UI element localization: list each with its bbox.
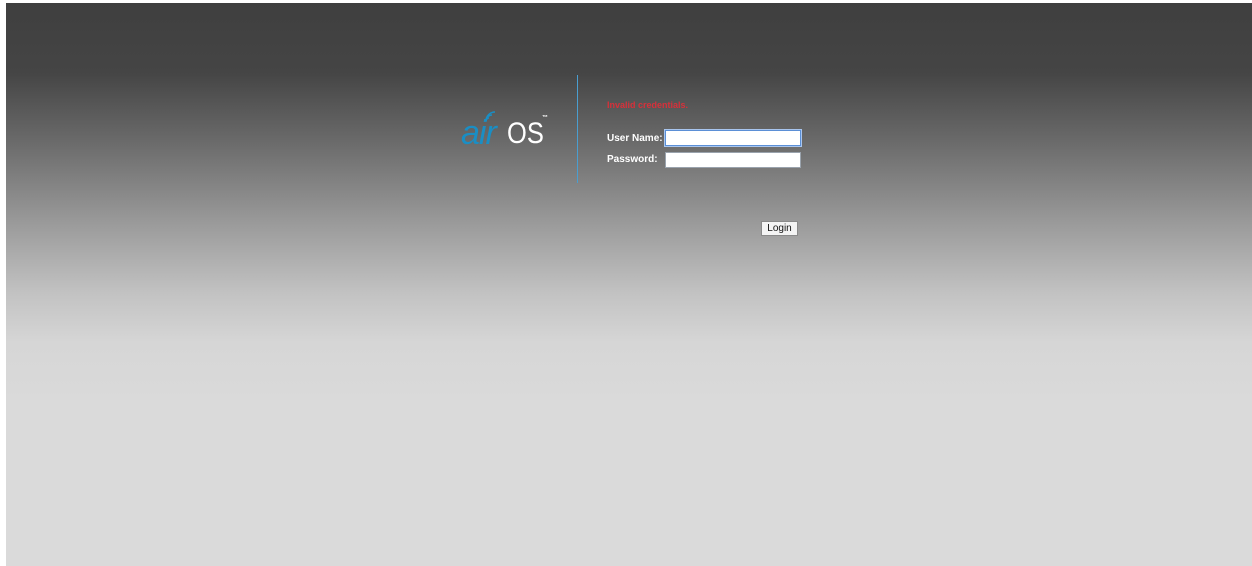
logo-air-text: air — [461, 114, 497, 152]
logo-os-text: OS — [507, 117, 544, 150]
login-button[interactable]: Login — [761, 221, 798, 236]
username-input[interactable] — [665, 130, 801, 146]
username-label: User Name: — [607, 133, 663, 144]
password-label: Password: — [607, 154, 658, 165]
airos-logo: air OS ™ — [456, 107, 556, 157]
logo-trademark: ™ — [542, 115, 548, 121]
error-message: Invalid credentials. — [607, 100, 689, 110]
vertical-divider — [577, 75, 578, 183]
password-input[interactable] — [665, 152, 801, 168]
login-page-background: air OS ™ Invalid credentials. User Name:… — [6, 3, 1252, 566]
